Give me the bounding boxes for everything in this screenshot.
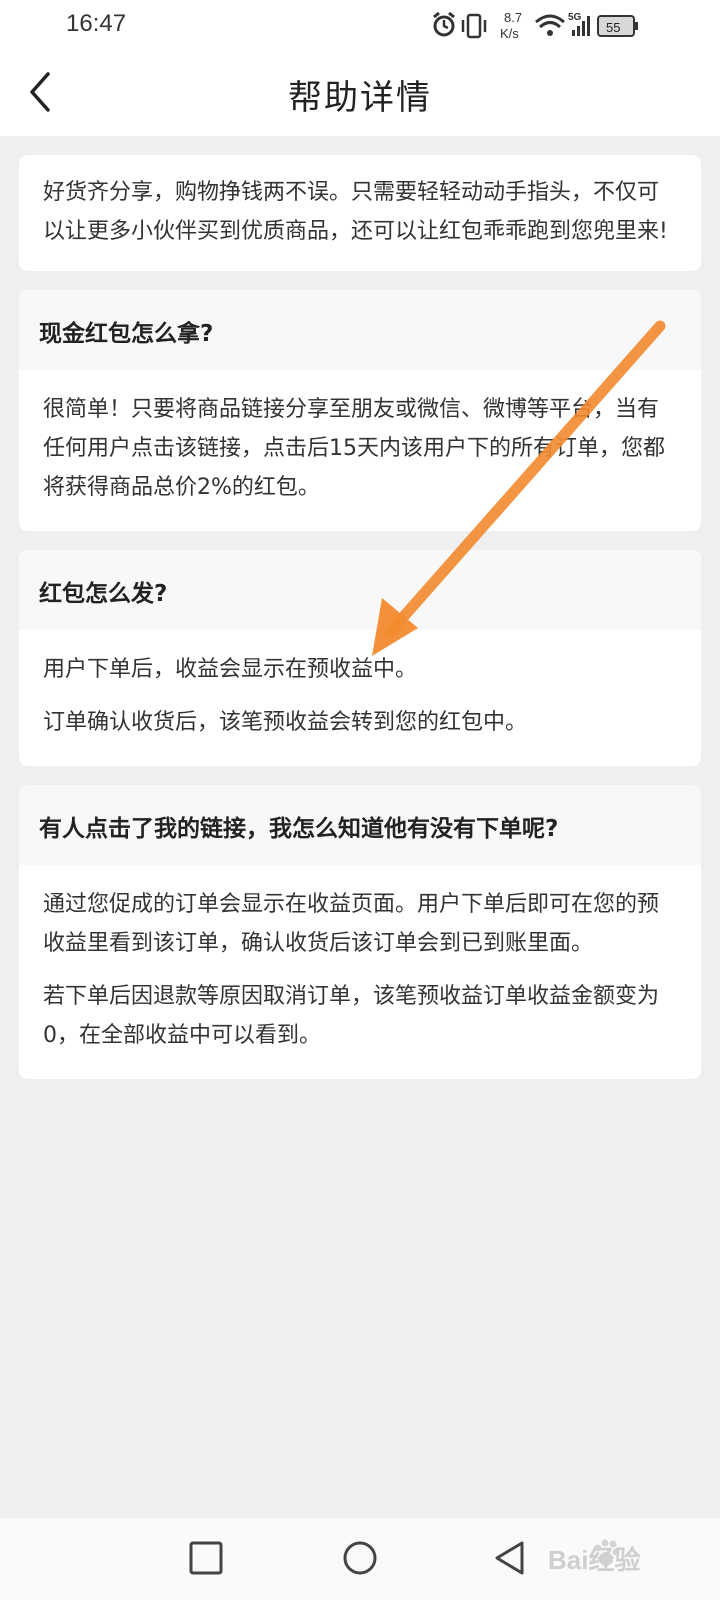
alarm-icon (433, 11, 455, 37)
header: 帮助详情 (0, 52, 720, 136)
faq-answer: 通过您促成的订单会显示在收益页面。用户下单后即可在您的预收益里看到该订单，确认收… (19, 865, 701, 1079)
faq-card-order-tracking: 有人点击了我的链接，我怎么知道他有没有下单呢? 通过您促成的订单会显示在收益页面… (19, 785, 701, 1079)
faq-answer-paragraph: 订单确认收货后，该笔预收益会转到您的红包中。 (43, 710, 528, 735)
faq-card-payout: 红包怎么发? 用户下单后，收益会显示在预收益中。 订单确认收货后，该笔预收益会转… (19, 550, 701, 766)
status-icons: 8.7 K/s 5G 55 (433, 10, 638, 41)
status-bar: 16:47 8.7 K/s 5G 55 (0, 0, 720, 52)
net-speed-value: 8.7 (504, 10, 522, 25)
wifi-icon (535, 14, 565, 36)
faq-answer-paragraph: 若下单后因退款等原因取消订单，该笔预收益订单收益金额变为0，在全部收益中可以看到… (43, 984, 660, 1048)
faq-answer-paragraph: 用户下单后，收益会显示在预收益中。 (43, 657, 418, 682)
baidu-watermark: Bai经验 (548, 1539, 640, 1575)
battery-icon: 55 (597, 15, 638, 37)
status-time: 16:47 (66, 10, 127, 37)
net-speed-unit: K/s (500, 26, 519, 41)
watermark-text: Bai经验 (548, 1545, 640, 1575)
signal-type: 5G (568, 12, 582, 23)
faq-answer: 很简单！只要将商品链接分享至朋友或微信、微博等平台，当有任何用户点击该链接，点击… (19, 370, 701, 531)
recent-apps-button[interactable] (184, 1536, 228, 1580)
page-title: 帮助详情 (288, 78, 432, 118)
home-button[interactable] (338, 1536, 382, 1580)
faq-question: 现金红包怎么拿? (19, 290, 701, 370)
faq-question: 有人点击了我的链接，我怎么知道他有没有下单呢? (19, 785, 701, 865)
recent-apps-icon (189, 1541, 223, 1575)
faq-question: 红包怎么发? (19, 550, 701, 630)
battery-level: 55 (606, 20, 620, 35)
net-speed: 8.7 K/s (500, 10, 522, 41)
faq-card-get-cash: 现金红包怎么拿? 很简单！只要将商品链接分享至朋友或微信、微博等平台，当有任何用… (19, 290, 701, 531)
intro-card: 好货齐分享，购物挣钱两不误。只需要轻轻动动手指头，不仅可以让更多小伙伴买到优质商… (19, 155, 701, 271)
intro-text: 好货齐分享，购物挣钱两不误。只需要轻轻动动手指头，不仅可以让更多小伙伴买到优质商… (43, 180, 668, 244)
back-icon (495, 1541, 524, 1575)
faq-answer: 用户下单后，收益会显示在预收益中。 订单确认收货后，该笔预收益会转到您的红包中。 (19, 630, 701, 766)
vibrate-icon (461, 13, 487, 39)
faq-answer-paragraph: 通过您促成的订单会显示在收益页面。用户下单后即可在您的预收益里看到该订单，确认收… (43, 892, 660, 956)
help-content: 好货齐分享，购物挣钱两不误。只需要轻轻动动手指头，不仅可以让更多小伙伴买到优质商… (19, 155, 701, 1098)
faq-answer-paragraph: 很简单！只要将商品链接分享至朋友或微信、微博等平台，当有任何用户点击该链接，点击… (43, 397, 665, 500)
system-back-button[interactable] (488, 1536, 532, 1580)
signal-icon: 5G (568, 12, 590, 36)
home-icon (343, 1541, 377, 1575)
